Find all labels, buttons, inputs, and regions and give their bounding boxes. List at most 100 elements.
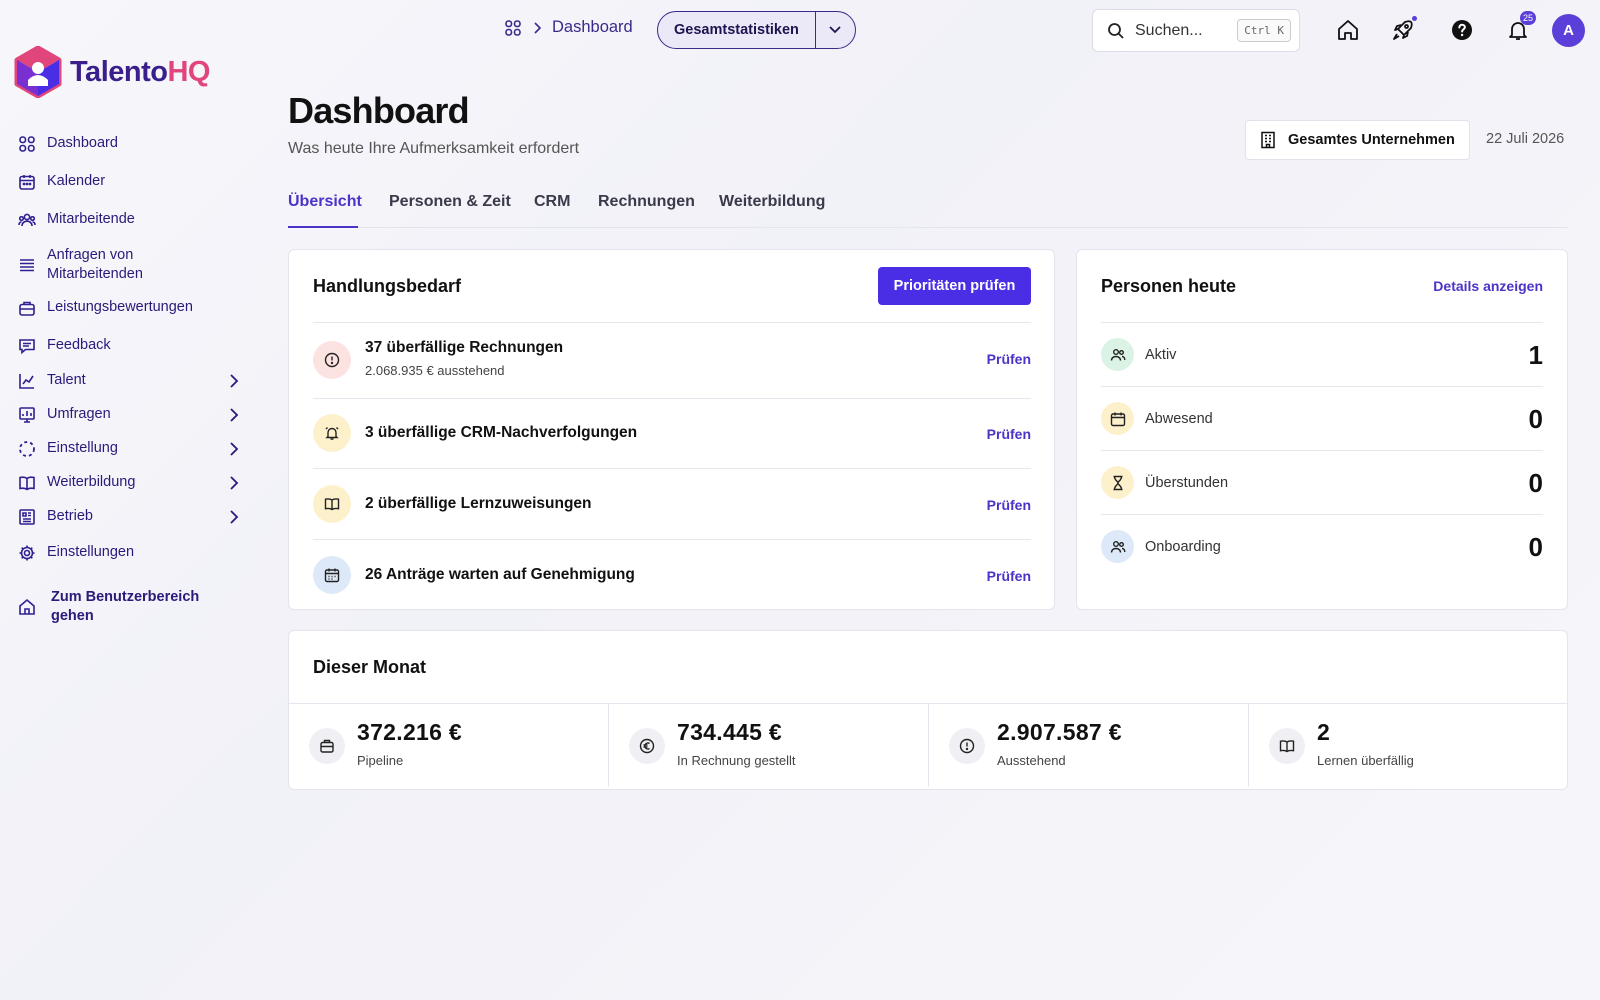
tab-uebersicht[interactable]: Übersicht (288, 193, 362, 211)
home-icon[interactable] (1335, 17, 1361, 43)
page-subtitle: Was heute Ihre Aufmerksamkeit erfordert (288, 140, 580, 157)
stat-label: Ausstehend (997, 753, 1066, 768)
briefcase-icon (18, 299, 36, 317)
tab-rechnungen[interactable]: Rechnungen (598, 193, 695, 211)
review-link[interactable]: Prüfen (987, 351, 1031, 367)
search-icon (1107, 22, 1125, 40)
rocket-indicator-dot (1412, 16, 1417, 21)
action-row: 26 Anträge warten auf Genehmigung Prüfen (313, 539, 1031, 609)
people-row-value: 0 (1528, 404, 1543, 434)
sidebar-item-label: Kalender (47, 173, 106, 189)
sidebar-item-benutzerbereich[interactable]: Zum Benutzerbereich gehen (18, 588, 240, 626)
people-icon (18, 211, 36, 229)
company-filter-label: Gesamtes Unternehmen (1288, 132, 1455, 148)
people-row-value: 0 (1528, 532, 1543, 562)
grid-icon[interactable] (504, 19, 522, 37)
sidebar-item-einstellung[interactable]: Einstellung (18, 439, 240, 458)
sidebar-item-label: Talent (47, 372, 86, 388)
people-row: Abwesend 0 (1101, 386, 1543, 450)
this-month-card: Dieser Monat 372.216 € Pipeline 734.445 … (288, 630, 1568, 790)
people-row-label: Abwesend (1145, 411, 1213, 427)
sidebar-item-talent[interactable]: Talent (18, 371, 240, 390)
sidebar-item-label: Einstellung (47, 440, 118, 456)
action-row-title: 2 überfällige Lernzuweisungen (365, 495, 592, 512)
sidebar-item-label: Betrieb (47, 508, 93, 524)
stat-pipeline: 372.216 € Pipeline (289, 703, 609, 787)
people-icon (1101, 338, 1134, 371)
sidebar-item-label: Mitarbeitende (47, 211, 135, 227)
chevron-right-icon (228, 509, 240, 525)
stat-label: In Rechnung gestellt (677, 753, 796, 768)
sidebar-item-label: Zum Benutzerbereich gehen (51, 589, 200, 624)
review-link[interactable]: Prüfen (987, 497, 1031, 513)
action-row-title: 3 überfällige CRM-Nachverfolgungen (365, 424, 638, 441)
sidebar: TalentoHQ Dashboard Kalender Mitarbeiten… (0, 0, 260, 1000)
this-month-title: Dieser Monat (313, 657, 427, 677)
action-row: 3 überfällige CRM-Nachverfolgungen Prüfe… (313, 398, 1031, 468)
notification-badge: 25 (1520, 11, 1537, 25)
chevron-right-icon (228, 475, 240, 491)
tab-crm[interactable]: CRM (534, 193, 570, 211)
building-icon (1260, 131, 1276, 149)
chevron-right-icon (228, 441, 240, 457)
review-link[interactable]: Prüfen (987, 568, 1031, 584)
sidebar-item-einstellungen[interactable]: Einstellungen (18, 543, 240, 562)
sidebar-item-label: Anfragen von Mitarbeitenden (47, 247, 143, 282)
logo[interactable]: TalentoHQ (14, 46, 210, 98)
scope-button[interactable]: Gesamtstatistiken (658, 12, 816, 48)
brand-name-part2: HQ (167, 55, 210, 88)
avatar[interactable]: A (1552, 14, 1585, 47)
people-row-label: Überstunden (1145, 475, 1229, 491)
briefcase-icon (309, 728, 345, 764)
tab-personen-zeit[interactable]: Personen & Zeit (389, 193, 511, 211)
rocket-icon[interactable] (1390, 17, 1416, 43)
help-icon[interactable] (1449, 17, 1475, 43)
sidebar-item-label: Einstellungen (47, 544, 135, 560)
stat-value: 372.216 € (357, 719, 463, 745)
action-row-sub: 2.068.935 € ausstehend (365, 363, 505, 378)
alert-circle-icon (313, 341, 351, 379)
sidebar-item-label: Leistungsbewertungen (47, 299, 193, 315)
review-link[interactable]: Prüfen (987, 426, 1031, 442)
show-details-link[interactable]: Details anzeigen (1433, 278, 1543, 294)
sidebar-item-feedback[interactable]: Feedback (18, 336, 240, 355)
sidebar-item-mitarbeitende[interactable]: Mitarbeitende (18, 210, 240, 229)
people-row-label: Onboarding (1145, 539, 1221, 555)
search-input[interactable]: Suchen... Ctrl K (1092, 9, 1300, 52)
stat-invoiced: 734.445 € In Rechnung gestellt (609, 703, 929, 787)
breadcrumb-current[interactable]: Dashboard (552, 18, 633, 37)
sidebar-item-label: Weiterbildung (47, 474, 136, 490)
book-icon (1269, 728, 1305, 764)
chevron-right-icon (532, 21, 542, 35)
stat-value: 2.907.587 € (997, 719, 1122, 745)
scope-selector[interactable]: Gesamtstatistiken (657, 11, 856, 49)
sidebar-item-label: Feedback (47, 337, 111, 353)
people-row: Onboarding 0 (1101, 514, 1543, 578)
search-placeholder: Suchen... (1135, 21, 1203, 39)
chart-icon (18, 372, 36, 390)
stat-value: 734.445 € (677, 719, 783, 745)
stat-value: 2 (1317, 719, 1331, 745)
action-card: Handlungsbedarf Prioritäten prüfen 37 üb… (288, 249, 1055, 610)
people-row-value: 1 (1528, 340, 1543, 370)
people-row: Überstunden 0 (1101, 450, 1543, 514)
scope-dropdown-button[interactable] (816, 12, 855, 48)
sidebar-item-anfragen[interactable]: Anfragen von Mitarbeitenden (18, 246, 240, 284)
search-shortcut: Ctrl K (1237, 19, 1291, 42)
sidebar-item-umfragen[interactable]: Umfragen (18, 405, 240, 424)
action-row-title: 37 überfällige Rechnungen (365, 339, 564, 356)
stat-label: Lernen überfällig (1317, 753, 1414, 768)
sidebar-item-leistungsbewertungen[interactable]: Leistungsbewertungen (18, 298, 240, 317)
sidebar-item-kalender[interactable]: Kalender (18, 172, 240, 191)
breadcrumb: Dashboard (504, 18, 633, 37)
tab-weiterbildung[interactable]: Weiterbildung (719, 193, 825, 211)
sidebar-item-betrieb[interactable]: Betrieb (18, 507, 240, 526)
action-row: 2 überfällige Lernzuweisungen Prüfen (313, 468, 1031, 539)
company-filter-button[interactable]: Gesamtes Unternehmen (1245, 120, 1470, 160)
brand-name-part1: Talento (70, 55, 168, 88)
survey-icon (18, 406, 36, 424)
review-priorities-button[interactable]: Prioritäten prüfen (878, 267, 1031, 305)
sidebar-item-dashboard[interactable]: Dashboard (18, 134, 240, 153)
stat-learning-overdue: 2 Lernen überfällig (1249, 703, 1567, 787)
sidebar-item-weiterbildung[interactable]: Weiterbildung (18, 473, 240, 492)
